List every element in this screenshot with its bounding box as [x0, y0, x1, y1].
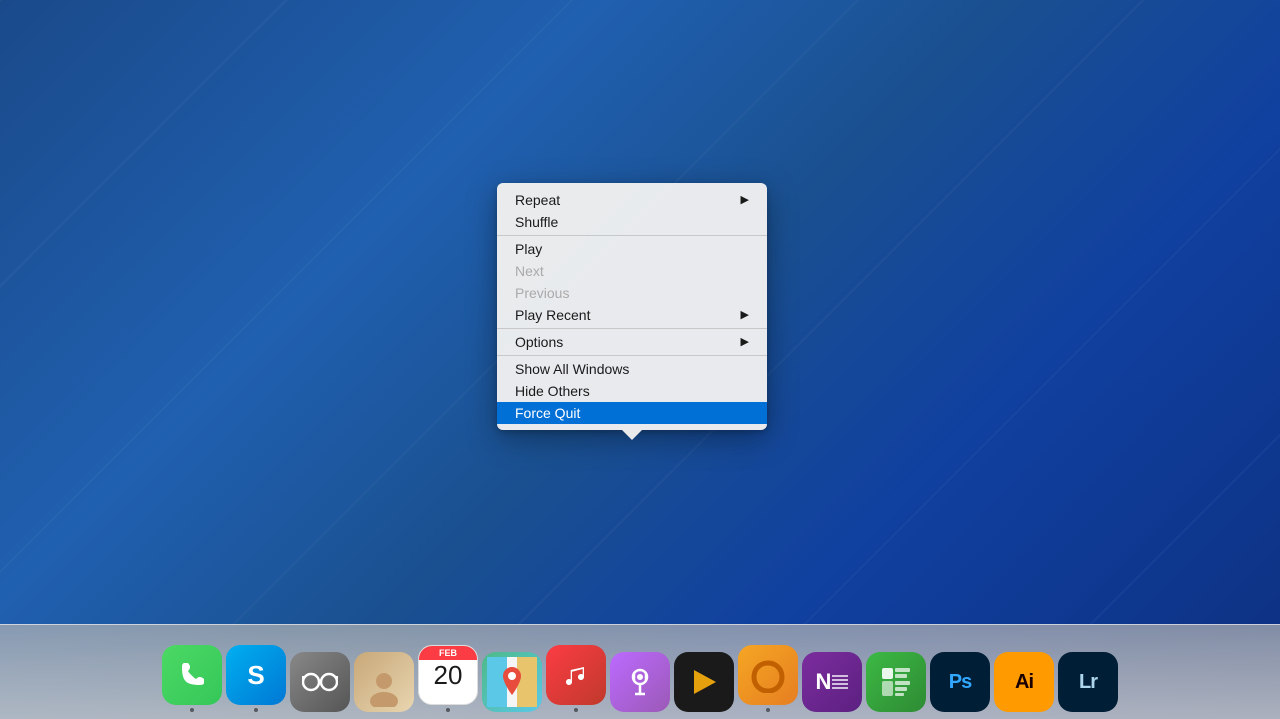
- dock-item-calendar[interactable]: FEB 20: [418, 645, 478, 712]
- dock-icon-papers: [290, 652, 350, 712]
- dock: S: [0, 624, 1280, 719]
- dock-item-illustrator[interactable]: Ai: [994, 652, 1054, 712]
- dock-item-music[interactable]: [546, 645, 606, 712]
- dock-dot-calendar: [446, 708, 450, 712]
- menu-item-options[interactable]: Options ▶: [497, 331, 767, 353]
- dock-icon-calendar: FEB 20: [418, 645, 478, 705]
- desktop: Repeat ▶ Shuffle Play Next Previous Play…: [0, 0, 1280, 719]
- menu-item-next-label: Next: [515, 260, 544, 282]
- dock-icon-vinyls: [738, 645, 798, 705]
- context-menu: Repeat ▶ Shuffle Play Next Previous Play…: [497, 183, 767, 430]
- menu-item-options-label: Options: [515, 331, 563, 353]
- menu-section-window: Show All Windows Hide Others Force Quit: [497, 355, 767, 426]
- menu-item-play-recent-label: Play Recent: [515, 304, 590, 326]
- dock-dot-skype: [254, 708, 258, 712]
- dock-item-phone[interactable]: [162, 645, 222, 712]
- menu-item-play[interactable]: Play: [497, 238, 767, 260]
- dock-icon-numbers: [866, 652, 926, 712]
- menu-section-options: Options ▶: [497, 328, 767, 355]
- menu-item-show-all-windows[interactable]: Show All Windows: [497, 358, 767, 380]
- dock-icon-plex: [674, 652, 734, 712]
- menu-section-playback: Play Next Previous Play Recent ▶: [497, 235, 767, 328]
- menu-item-hide-others[interactable]: Hide Others: [497, 380, 767, 402]
- menu-item-hide-others-label: Hide Others: [515, 380, 590, 402]
- menu-item-show-all-windows-label: Show All Windows: [515, 358, 629, 380]
- dock-dot-phone: [190, 708, 194, 712]
- menu-item-force-quit[interactable]: Force Quit: [497, 402, 767, 424]
- dock-icon-onenote: N: [802, 652, 862, 712]
- calendar-month: FEB: [419, 646, 477, 660]
- dock-icon-music: [546, 645, 606, 705]
- dock-icon-contacts: [354, 652, 414, 712]
- dock-items: S: [162, 632, 1118, 712]
- dock-item-onenote[interactable]: N: [802, 652, 862, 712]
- menu-item-shuffle[interactable]: Shuffle: [497, 211, 767, 233]
- dock-icon-illustrator: Ai: [994, 652, 1054, 712]
- dock-item-plex[interactable]: [674, 652, 734, 712]
- dock-icon-photoshop: Ps: [930, 652, 990, 712]
- dock-item-contacts[interactable]: [354, 652, 414, 712]
- dock-item-papers[interactable]: [290, 652, 350, 712]
- menu-item-shuffle-label: Shuffle: [515, 211, 558, 233]
- dock-item-lightroom[interactable]: Lr: [1058, 652, 1118, 712]
- menu-section-repeat-shuffle: Repeat ▶ Shuffle: [497, 187, 767, 235]
- menu-item-repeat-arrow: ▶: [741, 189, 749, 211]
- menu-item-repeat-label: Repeat: [515, 189, 560, 211]
- menu-item-force-quit-label: Force Quit: [515, 402, 580, 424]
- dock-item-photoshop[interactable]: Ps: [930, 652, 990, 712]
- menu-item-play-recent[interactable]: Play Recent ▶: [497, 304, 767, 326]
- menu-item-next: Next: [497, 260, 767, 282]
- dock-icon-phone: [162, 645, 222, 705]
- dock-item-podcasts[interactable]: [610, 652, 670, 712]
- dock-item-skype[interactable]: S: [226, 645, 286, 712]
- menu-item-play-label: Play: [515, 238, 542, 260]
- dock-dot-vinyls: [766, 708, 770, 712]
- menu-item-repeat[interactable]: Repeat ▶: [497, 189, 767, 211]
- dock-icon-skype: S: [226, 645, 286, 705]
- menu-item-play-recent-arrow: ▶: [741, 304, 749, 326]
- dock-item-vinyls[interactable]: [738, 645, 798, 712]
- dock-icon-maps: [482, 652, 542, 712]
- menu-item-previous: Previous: [497, 282, 767, 304]
- menu-item-previous-label: Previous: [515, 282, 569, 304]
- dock-item-maps[interactable]: [482, 652, 542, 712]
- dock-icon-podcasts: [610, 652, 670, 712]
- menu-item-options-arrow: ▶: [741, 331, 749, 353]
- calendar-day: 20: [434, 662, 463, 688]
- dock-dot-music: [574, 708, 578, 712]
- dock-icon-lightroom: Lr: [1058, 652, 1118, 712]
- dock-item-numbers[interactable]: [866, 652, 926, 712]
